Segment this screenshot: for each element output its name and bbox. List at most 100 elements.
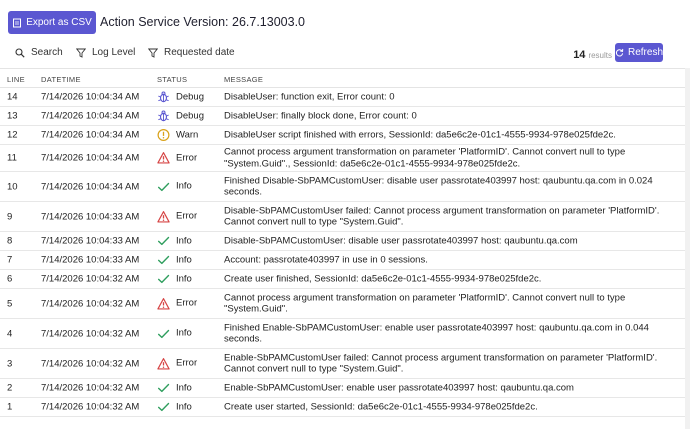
- row-status-label: Info: [176, 254, 192, 266]
- column-header-message[interactable]: MESSAGE: [224, 75, 263, 84]
- row-datetime: 7/14/2026 10:04:34 AM: [41, 91, 140, 103]
- table-row[interactable]: 7 7/14/2026 10:04:33 AM Info Account: passr…: [0, 251, 685, 270]
- warning-circle-icon: [157, 129, 170, 142]
- row-datetime: 7/14/2026 10:04:32 AM: [41, 327, 140, 339]
- result-count-number: 14: [573, 49, 586, 61]
- check-icon: [157, 254, 170, 267]
- row-message: Enable-SbPAMCustomUser failed: Cannot pr…: [224, 352, 658, 375]
- row-datetime: 7/14/2026 10:04:34 AM: [41, 152, 140, 164]
- check-icon: [157, 401, 170, 414]
- row-message: Account: passrotate403997 in use in 0 se…: [224, 254, 428, 266]
- row-message: Finished Disable-SbPAMCustomUser: disabl…: [224, 175, 653, 198]
- row-status: Debug: [157, 91, 204, 104]
- table-row[interactable]: 8 7/14/2026 10:04:33 AM Info Disable-SbPAMC…: [0, 232, 685, 251]
- table-row[interactable]: 14 7/14/2026 10:04:34 AM Debug DisableUser:…: [0, 88, 685, 107]
- row-line-number: 6: [7, 273, 13, 285]
- row-status: Info: [157, 327, 192, 340]
- table-row[interactable]: 4 7/14/2026 10:04:32 AM Info Finished Enabl…: [0, 319, 685, 349]
- row-status-label: Warn: [176, 129, 199, 141]
- table-row[interactable]: 6 7/14/2026 10:04:32 AM Info Create user fi…: [0, 270, 685, 289]
- scrollbar[interactable]: [685, 68, 690, 429]
- row-message: Disable-SbPAMCustomUser failed: Cannot p…: [224, 205, 660, 228]
- column-header-line[interactable]: LINE: [7, 75, 25, 84]
- row-line-number: 3: [7, 357, 13, 369]
- table-row[interactable]: 13 7/14/2026 10:04:34 AM Debug DisableUser:…: [0, 107, 685, 126]
- check-icon: [157, 180, 170, 193]
- result-count: 14 results: [573, 49, 612, 61]
- table-header: LINE DATETIME STATUS MESSAGE: [0, 68, 685, 88]
- row-line-number: 10: [7, 180, 18, 192]
- refresh-label: Refresh: [627, 47, 663, 58]
- row-line-number: 13: [7, 110, 18, 122]
- row-line-number: 9: [7, 210, 13, 222]
- row-message: Finished Enable-SbPAMCustomUser: enable …: [224, 322, 649, 345]
- table-row[interactable]: 12 7/14/2026 10:04:34 AM Warn DisableUser s…: [0, 126, 685, 145]
- export-csv-button[interactable]: Export as CSV: [8, 11, 96, 34]
- row-message: Disable-SbPAMCustomUser: disable user pa…: [224, 235, 578, 247]
- column-header-status[interactable]: STATUS: [157, 75, 187, 84]
- row-message: Cannot process argument transformation o…: [224, 146, 626, 170]
- row-line-number: 7: [7, 254, 13, 266]
- table-body: 14 7/14/2026 10:04:34 AM Debug DisableUser:…: [0, 88, 685, 417]
- row-datetime: 7/14/2026 10:04:32 AM: [41, 297, 140, 309]
- row-status-label: Debug: [176, 91, 204, 103]
- row-datetime: 7/14/2026 10:04:33 AM: [41, 210, 140, 222]
- row-datetime: 7/14/2026 10:04:34 AM: [41, 180, 140, 192]
- row-datetime: 7/14/2026 10:04:32 AM: [41, 273, 140, 285]
- row-status-label: Error: [176, 297, 198, 309]
- row-datetime: 7/14/2026 10:04:33 AM: [41, 235, 140, 247]
- row-status: Warn: [157, 129, 198, 142]
- table-row[interactable]: 3 7/14/2026 10:04:32 AM Error Enable-SbPAMC…: [0, 349, 685, 379]
- error-triangle-icon: [157, 210, 170, 223]
- row-status-label: Info: [176, 273, 192, 285]
- row-message: Enable-SbPAMCustomUser: enable user pass…: [224, 382, 574, 394]
- row-line-number: 14: [7, 91, 18, 103]
- check-icon: [157, 382, 170, 395]
- requested-date-filter[interactable]: Requested date: [148, 47, 235, 58]
- export-csv-label: Export as CSV: [26, 17, 92, 28]
- row-datetime: 7/14/2026 10:04:32 AM: [41, 401, 140, 413]
- error-triangle-icon: [157, 152, 170, 165]
- error-triangle-icon: [157, 297, 170, 310]
- row-line-number: 8: [7, 235, 13, 247]
- row-status-label: Error: [176, 357, 198, 369]
- top-bar: Export as CSV Action Service Version: 26…: [0, 0, 690, 40]
- row-line-number: 2: [7, 382, 13, 394]
- row-status-label: Info: [176, 382, 192, 394]
- row-message: DisableUser: finally block done, Error c…: [224, 110, 417, 122]
- download-icon: [13, 18, 22, 27]
- requested-date-label: Requested date: [164, 47, 235, 58]
- log-level-filter[interactable]: Log Level: [76, 47, 135, 58]
- refresh-button[interactable]: Refresh: [615, 43, 663, 62]
- filter-bar: Search Log Level Requested date 14 result…: [0, 43, 690, 65]
- log-level-label: Log Level: [92, 47, 136, 58]
- table-row[interactable]: 1 7/14/2026 10:04:32 AM Info Create user st…: [0, 398, 685, 417]
- row-status-label: Debug: [176, 110, 204, 122]
- log-table: LINE DATETIME STATUS MESSAGE 14 7/14/2026…: [0, 68, 685, 417]
- column-header-datetime[interactable]: DATETIME: [41, 75, 81, 84]
- row-status-label: Error: [176, 210, 198, 222]
- table-row[interactable]: 9 7/14/2026 10:04:33 AM Error Disable-SbPAM…: [0, 202, 685, 232]
- row-line-number: 12: [7, 129, 18, 141]
- row-status: Info: [157, 180, 192, 193]
- row-line-number: 11: [7, 152, 17, 164]
- row-line-number: 1: [7, 401, 13, 413]
- row-datetime: 7/14/2026 10:04:32 AM: [41, 382, 140, 394]
- check-icon: [157, 327, 170, 340]
- table-row[interactable]: 11 7/14/2026 10:04:34 AM Error Cannot proce…: [0, 145, 685, 172]
- search-icon: [15, 47, 25, 58]
- bug-icon: [157, 91, 170, 104]
- row-line-number: 4: [7, 327, 13, 339]
- row-status: Info: [157, 235, 192, 248]
- row-status-label: Info: [176, 235, 192, 247]
- row-message: Create user finished, SessionId: da5e6c2…: [224, 273, 542, 285]
- row-status: Info: [157, 273, 192, 286]
- table-row[interactable]: 2 7/14/2026 10:04:32 AM Info Enable-SbPAMCu…: [0, 379, 685, 398]
- table-row[interactable]: 5 7/14/2026 10:04:32 AM Error Cannot proces…: [0, 289, 685, 319]
- version-label: Action Service Version: 26.7.13003.0: [100, 15, 305, 29]
- row-status-label: Info: [176, 180, 192, 192]
- table-row[interactable]: 10 7/14/2026 10:04:34 AM Info Finished Disa…: [0, 172, 685, 202]
- row-message: DisableUser: function exit, Error count:…: [224, 91, 395, 103]
- check-icon: [157, 235, 170, 248]
- search-filter[interactable]: Search: [15, 47, 63, 58]
